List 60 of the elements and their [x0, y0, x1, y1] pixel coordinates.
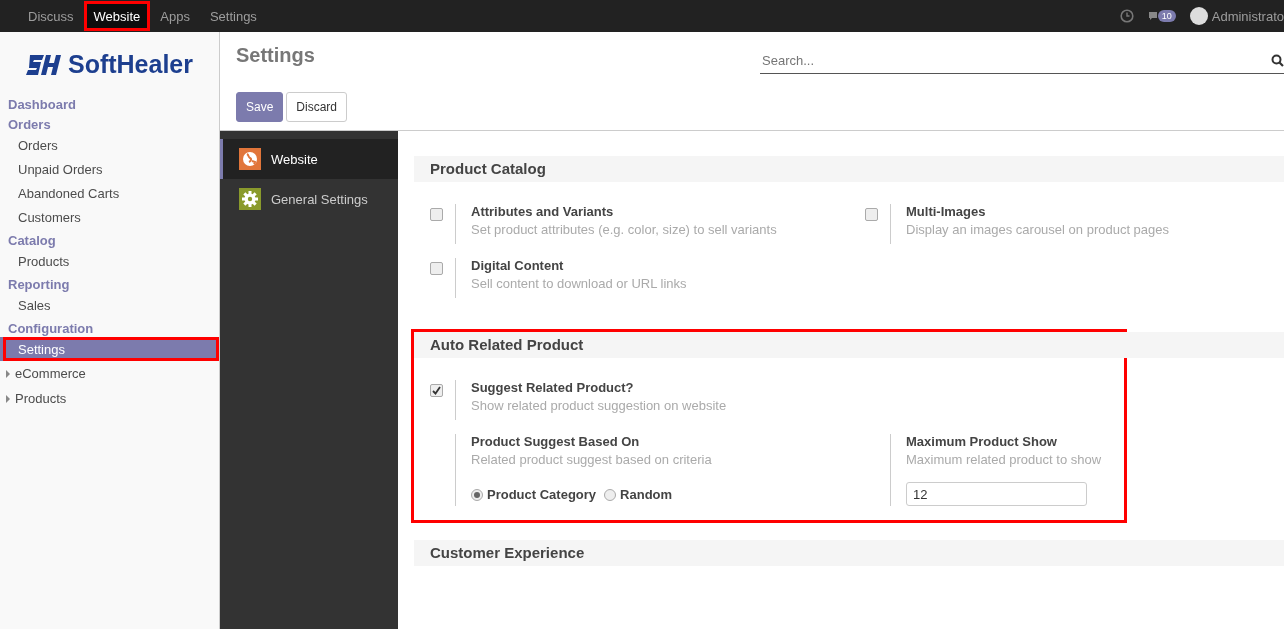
section-title: Customer Experience [414, 540, 1284, 566]
sidebar-heading[interactable]: Dashboard [0, 96, 219, 113]
radio-label[interactable]: Product Category [487, 487, 597, 502]
avatar-circle[interactable] [1189, 7, 1208, 25]
radio-button[interactable] [471, 488, 483, 501]
top-menu-item[interactable]: Website [83, 1, 151, 31]
top-menu-item[interactable]: Settings [199, 1, 267, 31]
section-title: Auto Related Product [414, 332, 1284, 358]
sidebar-item[interactable]: Sales [3, 293, 66, 317]
setting-description: Maximum related product to show [906, 452, 1102, 467]
setting-description: Sell content to download or URL links [471, 276, 687, 291]
search-field[interactable]: Search... [760, 52, 1271, 69]
sidebar-heading[interactable]: Orders [0, 116, 219, 133]
radio-label[interactable]: Random [620, 487, 673, 502]
setting-description: Show related product suggestion on website [471, 398, 727, 413]
number-field[interactable]: 12 [906, 482, 1087, 506]
sidebar-item[interactable]: Settings [3, 337, 219, 361]
globe-icon [239, 148, 261, 170]
sidebar-folder[interactable]: eCommerce [15, 366, 86, 381]
checkbox[interactable] [865, 208, 878, 221]
page-title: Settings [236, 44, 316, 68]
discard-button[interactable]: Discard [286, 92, 348, 122]
message-count-badge[interactable]: 10 [1157, 10, 1176, 22]
setting-description: Display an images carousel on product pages [906, 222, 1170, 237]
section-title: Product Catalog [414, 156, 1284, 182]
save-button[interactable]: Save [236, 92, 284, 122]
search-icon[interactable] [1271, 54, 1284, 67]
setting-title: Multi-Images [906, 204, 987, 219]
chat-icon[interactable] [1147, 11, 1158, 21]
caret-icon[interactable] [6, 394, 10, 403]
setting-description: Set product attributes (e.g. color, size) to sell variants [471, 222, 777, 237]
logo-mark-icon [25, 54, 62, 75]
app-tab[interactable]: Website [220, 139, 398, 179]
clock-icon[interactable] [1119, 9, 1134, 23]
checkbox[interactable] [430, 262, 443, 275]
sidebar-item[interactable]: Customers [3, 205, 96, 229]
caret-icon[interactable] [6, 369, 10, 378]
sidebar-heading[interactable]: Configuration [0, 320, 219, 337]
user-name[interactable]: Administrato [1211, 8, 1284, 24]
setting-title: Product Suggest Based On [471, 434, 641, 449]
sidebar-item[interactable]: Products [3, 249, 85, 273]
setting-title: Maximum Product Show [906, 434, 1058, 449]
sidebar-item[interactable]: Unpaid Orders [3, 157, 118, 181]
sidebar-item[interactable]: Orders [3, 133, 73, 157]
sidebar-heading[interactable]: Reporting [0, 276, 219, 293]
top-menu-item[interactable]: Discuss [18, 1, 84, 31]
app-tab[interactable]: General Settings [220, 179, 398, 219]
sidebar-item[interactable]: Abandoned Carts [3, 181, 135, 205]
sidebar-heading[interactable]: Catalog [0, 232, 219, 249]
checkbox[interactable] [430, 208, 443, 221]
checkbox[interactable] [430, 384, 443, 397]
sidebar-folder[interactable]: Products [15, 391, 67, 406]
top-menu-item[interactable]: Apps [150, 1, 200, 31]
radio-button[interactable] [604, 488, 617, 501]
setting-title: Attributes and Variants [471, 204, 615, 219]
setting-title: Digital Content [471, 258, 565, 273]
gear-icon [239, 188, 261, 210]
setting-title: Suggest Related Product? [471, 380, 635, 395]
setting-description: Related product suggest based on criteria [471, 452, 712, 467]
logo-text: SoftHealer [67, 50, 193, 79]
